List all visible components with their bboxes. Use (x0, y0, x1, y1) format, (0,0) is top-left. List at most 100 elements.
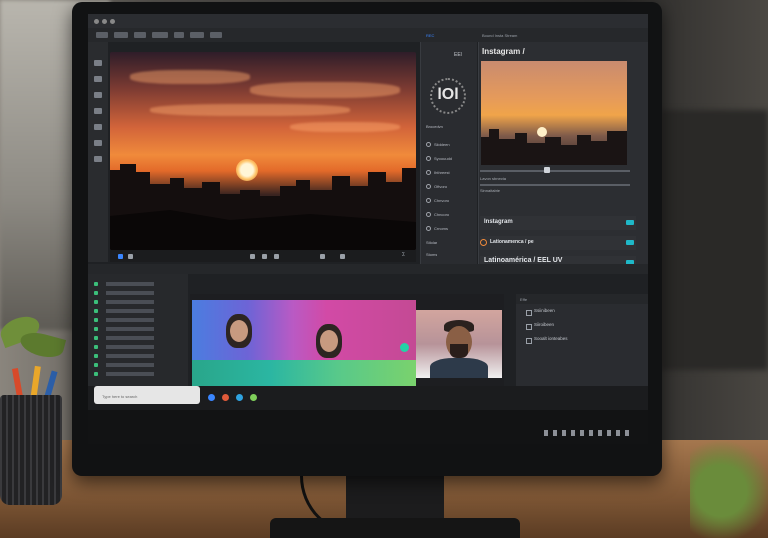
plant-right (690, 420, 768, 538)
layer-row[interactable] (92, 363, 184, 368)
visibility-icon[interactable] (94, 300, 98, 304)
visibility-icon[interactable] (94, 318, 98, 322)
layer-row[interactable] (92, 309, 184, 314)
video-preview[interactable] (110, 52, 416, 250)
app-icon[interactable] (250, 394, 257, 401)
layer-row[interactable] (92, 345, 184, 350)
menu-item[interactable] (96, 32, 108, 38)
radio-icon[interactable] (426, 142, 431, 147)
menu-item[interactable] (190, 32, 204, 38)
effect-item[interactable]: Oftvoro (434, 184, 447, 190)
radio-icon[interactable] (426, 156, 431, 161)
property-item[interactable]: Ssiinibeen (534, 308, 555, 313)
layer-row[interactable] (92, 300, 184, 305)
visibility-icon[interactable] (94, 363, 98, 367)
playhead-marker[interactable] (400, 343, 409, 352)
title-bar (88, 14, 648, 28)
effect-item[interactable]: Crnoms (434, 226, 448, 232)
preview-thumbnail[interactable] (481, 61, 627, 165)
toggle-switch[interactable] (626, 240, 634, 245)
radio-icon[interactable] (426, 212, 431, 217)
volume-icon[interactable] (340, 254, 345, 259)
tool-icon[interactable] (94, 124, 102, 130)
effect-item[interactable]: Brocedvn (426, 124, 443, 130)
menu-item[interactable] (174, 32, 184, 38)
property-item[interactable]: Siiroibeen (534, 322, 554, 327)
visibility-icon[interactable] (94, 291, 98, 295)
app-icon[interactable] (222, 394, 229, 401)
tool-icon[interactable] (94, 140, 102, 146)
cloud (290, 122, 400, 132)
export-row-label: Lationamenca / pe (490, 239, 534, 245)
radio-icon[interactable] (426, 184, 431, 189)
checkbox-icon[interactable] (526, 310, 532, 316)
visibility-icon[interactable] (94, 345, 98, 349)
slider-track[interactable] (480, 170, 630, 172)
window-control-icon[interactable] (102, 19, 107, 24)
app-icon[interactable] (208, 394, 215, 401)
layer-name (106, 300, 154, 304)
properties-title: Effe (520, 297, 528, 302)
play-icon[interactable] (118, 254, 123, 259)
effect-item[interactable]: Chnvoro (434, 198, 449, 204)
layer-row[interactable] (92, 318, 184, 323)
video-clip-speaker[interactable] (416, 310, 502, 378)
loop-icon[interactable] (320, 254, 325, 259)
step-icon[interactable] (128, 254, 133, 259)
menu-item[interactable] (114, 32, 128, 38)
effect-item[interactable]: Syoouudd (434, 156, 452, 162)
effect-item[interactable]: Chncoro (434, 212, 449, 218)
visibility-icon[interactable] (94, 336, 98, 340)
system-tray-icons[interactable] (544, 430, 634, 436)
city-skyline (481, 129, 627, 165)
effect-item[interactable]: Stoms (426, 252, 437, 258)
forward-icon[interactable] (274, 254, 279, 259)
layer-row[interactable] (92, 336, 184, 341)
visibility-icon[interactable] (94, 372, 98, 376)
pause-icon[interactable] (262, 254, 267, 259)
checkbox-icon[interactable] (526, 338, 532, 344)
tool-icon[interactable] (94, 92, 102, 98)
tool-icon[interactable] (94, 108, 102, 114)
cloud (150, 104, 350, 116)
monitor-base (270, 518, 520, 538)
menu-item[interactable] (134, 32, 146, 38)
person-beard (450, 344, 468, 358)
visibility-icon[interactable] (94, 309, 98, 313)
tool-icon[interactable] (94, 76, 102, 82)
slider-handle[interactable] (544, 167, 550, 173)
radio-icon[interactable] (426, 226, 431, 231)
effect-item[interactable]: Stlolar (426, 240, 437, 246)
app-icon[interactable] (236, 394, 243, 401)
menu-item[interactable] (152, 32, 168, 38)
visibility-icon[interactable] (94, 282, 98, 286)
slider-track[interactable] (480, 184, 630, 186)
effect-item[interactable]: Siiddeen (434, 142, 450, 148)
layer-row[interactable] (92, 282, 184, 287)
layer-row[interactable] (92, 372, 184, 377)
layer-row[interactable] (92, 327, 184, 332)
fit-indicator[interactable]: Σ (402, 252, 405, 258)
window-control-icon[interactable] (94, 19, 99, 24)
person-face (320, 330, 338, 352)
property-item[interactable]: Sooalt ionteabes (534, 336, 568, 341)
radio-icon[interactable] (426, 170, 431, 175)
audio-clip[interactable] (192, 360, 416, 386)
toggle-switch[interactable] (626, 220, 634, 225)
export-row-label: Latinoamérica / EEL UV (484, 257, 563, 264)
visibility-icon[interactable] (94, 327, 98, 331)
checkbox-icon[interactable] (526, 324, 532, 330)
visibility-icon[interactable] (94, 354, 98, 358)
rewind-icon[interactable] (250, 254, 255, 259)
layer-row[interactable] (92, 291, 184, 296)
search-placeholder: Type here to search (102, 394, 138, 399)
effect-item[interactable]: Ihthreest (434, 170, 450, 176)
cloud (130, 70, 250, 84)
tool-icon[interactable] (94, 156, 102, 162)
menu-item[interactable] (210, 32, 222, 38)
properties-header (516, 294, 648, 304)
tool-icon[interactable] (94, 60, 102, 66)
window-control-icon[interactable] (110, 19, 115, 24)
radio-icon[interactable] (426, 198, 431, 203)
layer-row[interactable] (92, 354, 184, 359)
